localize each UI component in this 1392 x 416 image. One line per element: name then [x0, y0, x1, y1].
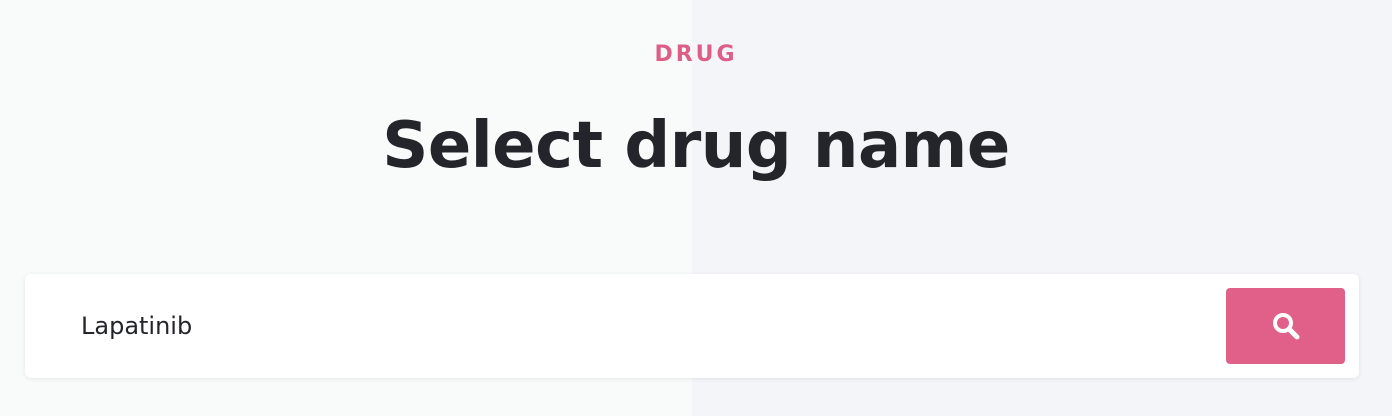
search-button[interactable] — [1226, 288, 1345, 364]
search-card — [25, 274, 1359, 378]
page-title: Select drug name — [382, 109, 1010, 183]
search-icon — [1272, 313, 1299, 340]
section-eyebrow: DRUG — [654, 42, 738, 67]
drug-search-input[interactable] — [81, 304, 1201, 348]
